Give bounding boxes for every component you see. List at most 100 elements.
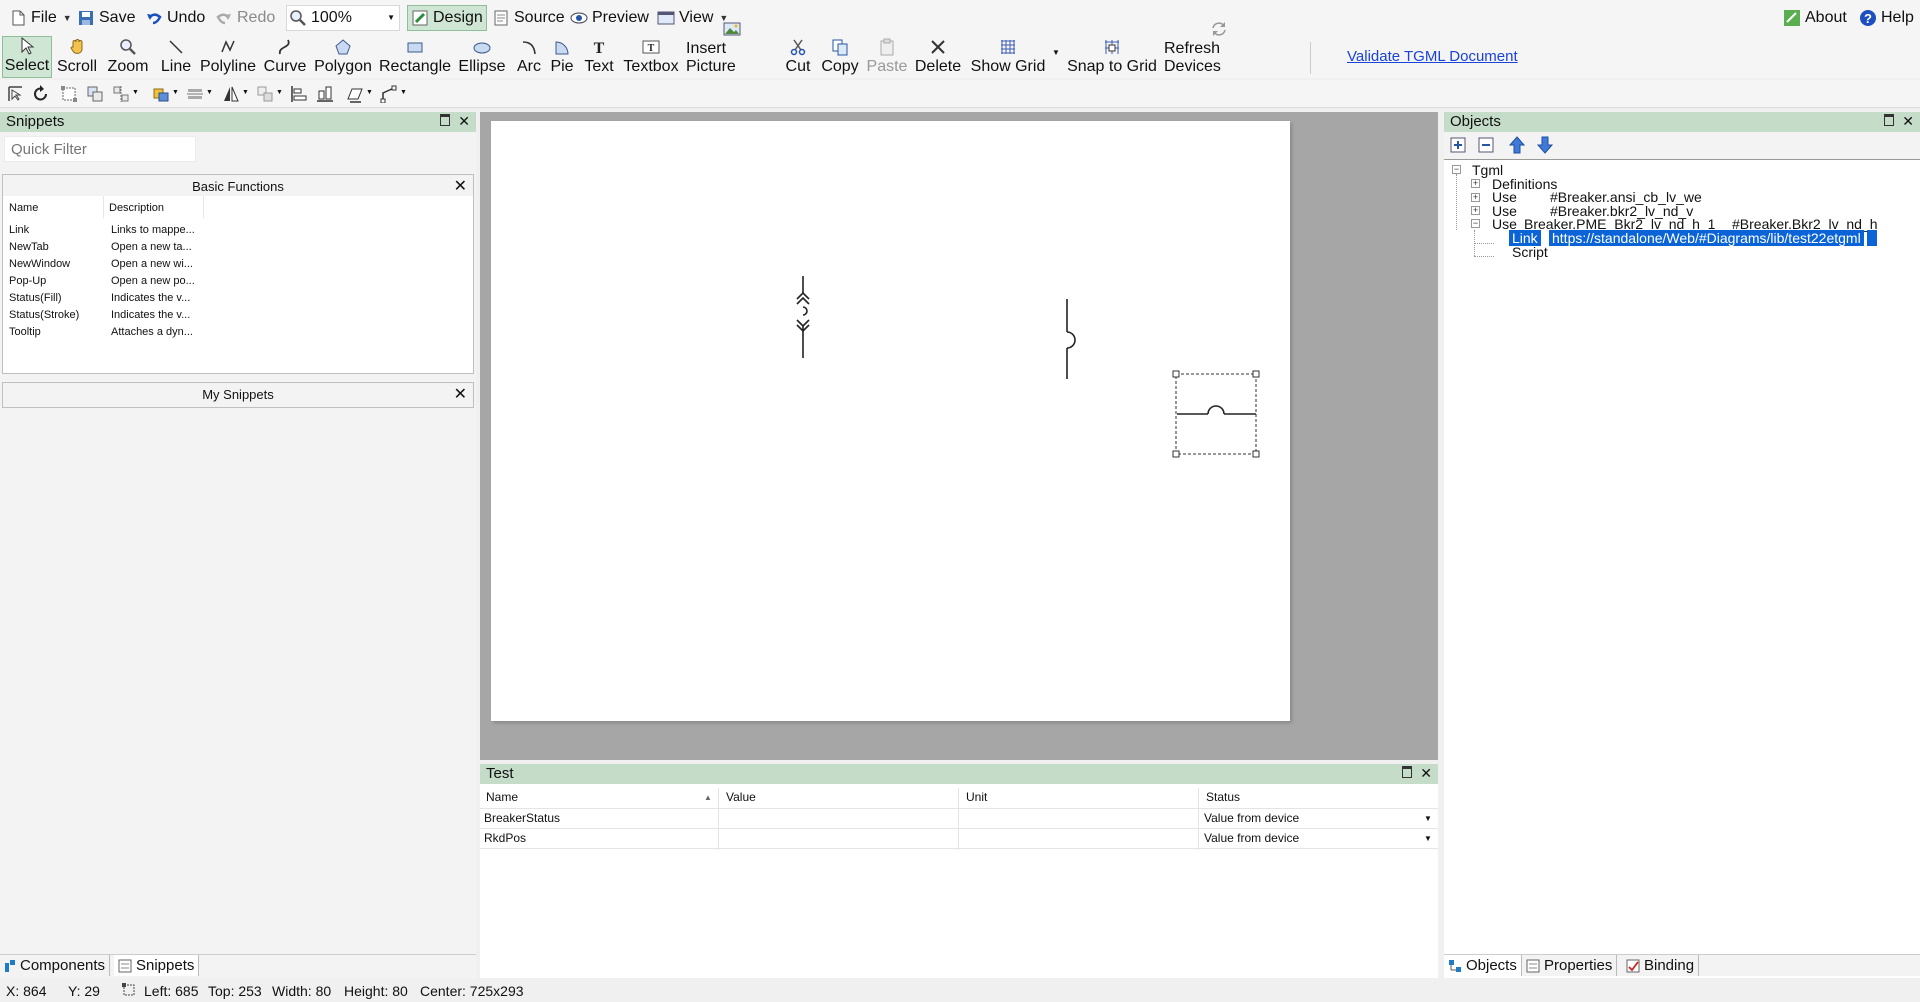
row-value[interactable] — [720, 809, 724, 827]
chevron-down-icon[interactable]: ▼ — [1424, 814, 1432, 823]
my-snippets-header[interactable]: My Snippets ✕ — [2, 382, 474, 408]
arrange-order-icon[interactable] — [152, 85, 170, 103]
close-icon[interactable]: ✕ — [454, 179, 467, 195]
source-tab[interactable]: Source — [489, 5, 568, 31]
close-icon[interactable]: ✕ — [454, 387, 467, 403]
row-status-select[interactable]: Value from device — [1200, 809, 1299, 827]
help-button[interactable]: ? Help — [1856, 5, 1917, 31]
list-item[interactable]: Status(Fill) Indicates the v... — [9, 292, 190, 308]
move-down-icon[interactable] — [1536, 136, 1554, 158]
flip-icon[interactable] — [222, 85, 240, 103]
tab-components[interactable]: Components — [0, 955, 111, 976]
text-tool[interactable]: T Text — [582, 36, 616, 78]
file-menu[interactable]: File ▼ — [6, 5, 75, 31]
tab-snippets[interactable]: Snippets — [114, 955, 200, 976]
preview-tab[interactable]: Preview — [567, 5, 652, 31]
expand-icon[interactable]: + — [1471, 193, 1480, 202]
resize-icon[interactable] — [60, 85, 78, 103]
close-icon[interactable]: ✕ — [458, 114, 470, 128]
rotate-icon[interactable] — [32, 85, 50, 103]
pin-icon[interactable] — [1884, 114, 1895, 126]
align-left-icon[interactable] — [290, 85, 308, 103]
row-status-select[interactable]: Value from device — [1200, 829, 1299, 847]
chevron-down-icon[interactable]: ▼ — [172, 89, 179, 96]
list-item[interactable]: Pop-Up Open a new po... — [9, 275, 195, 291]
zoom-tool[interactable]: Zoom — [106, 36, 150, 78]
tab-objects[interactable]: Objects — [1444, 955, 1522, 976]
breaker-symbol-vertical[interactable] — [1066, 299, 1076, 379]
view-menu[interactable]: View ▼ — [654, 5, 731, 31]
zoom-select[interactable]: 100% ▼ — [286, 5, 400, 31]
chevron-down-icon[interactable]: ▼ — [1052, 48, 1060, 57]
chevron-down-icon[interactable]: ▼ — [242, 89, 249, 96]
chevron-down-icon[interactable]: ▼ — [206, 89, 213, 96]
chevron-down-icon[interactable]: ▼ — [1424, 834, 1432, 843]
close-icon[interactable]: ✕ — [1420, 766, 1432, 780]
expand-all-icon[interactable] — [1450, 137, 1466, 157]
pie-tool[interactable]: Pie — [548, 36, 576, 78]
chevron-down-icon[interactable]: ▼ — [366, 89, 373, 96]
tab-binding[interactable]: Binding — [1622, 955, 1700, 976]
rectangle-tool[interactable]: Rectangle — [379, 36, 451, 78]
expand-icon[interactable]: + — [1471, 206, 1480, 215]
collapse-icon[interactable]: − — [1452, 165, 1461, 174]
collapse-icon[interactable]: − — [1471, 219, 1480, 228]
chevron-down-icon[interactable]: ▼ — [400, 89, 407, 96]
redo-button[interactable]: Redo — [212, 5, 278, 31]
close-icon[interactable]: ✕ — [1902, 114, 1914, 128]
breaker-symbol-horizontal[interactable] — [1172, 370, 1260, 458]
point-edit-icon[interactable] — [380, 85, 398, 104]
validate-tgml-link[interactable]: Validate TGML Document — [1347, 48, 1518, 65]
snap-to-grid-button[interactable]: Snap to Grid — [1066, 36, 1158, 78]
row-value[interactable] — [720, 829, 724, 847]
scroll-tool[interactable]: Scroll — [56, 36, 98, 78]
chevron-down-icon[interactable]: ▼ — [276, 89, 283, 96]
polyline-tool[interactable]: Polyline — [200, 36, 256, 78]
copy-button[interactable]: Copy — [818, 36, 862, 78]
resize-handle[interactable] — [1252, 370, 1260, 378]
tree-node-script[interactable]: Script — [1512, 244, 1548, 260]
resize-handle[interactable] — [1172, 450, 1180, 458]
pin-icon[interactable] — [1402, 766, 1413, 778]
list-item[interactable]: NewWindow Open a new wi... — [9, 258, 193, 274]
textbox-tool[interactable]: T Textbox — [622, 36, 680, 78]
delete-button[interactable]: Delete — [914, 36, 962, 78]
size-icon[interactable] — [256, 85, 274, 103]
cut-button[interactable]: Cut — [784, 36, 812, 78]
resize-handle[interactable] — [1172, 370, 1180, 378]
list-item[interactable]: Link Links to mappe... — [9, 224, 195, 240]
ellipse-tool[interactable]: Ellipse — [458, 36, 506, 78]
tab-properties[interactable]: Properties — [1522, 955, 1618, 976]
column-header-unit[interactable]: Unit — [962, 788, 987, 806]
quick-filter-input[interactable] — [4, 136, 196, 162]
column-header-name[interactable]: Name — [9, 202, 38, 214]
design-tab[interactable]: Design — [407, 5, 487, 31]
column-header-name[interactable]: Name — [482, 788, 518, 806]
refresh-devices-button[interactable]: Refresh Devices — [1164, 22, 1274, 78]
breaker-symbol-withdrawable[interactable] — [796, 276, 810, 358]
about-button[interactable]: About — [1780, 5, 1850, 31]
undo-button[interactable]: Undo — [142, 5, 208, 31]
list-item[interactable]: NewTab Open a new ta... — [9, 241, 192, 257]
collapse-all-icon[interactable] — [1478, 137, 1494, 157]
expand-icon[interactable]: + — [1471, 179, 1480, 188]
column-header-status[interactable]: Status — [1202, 788, 1240, 806]
line-tool[interactable]: Line — [158, 36, 194, 78]
align-icon[interactable] — [112, 85, 130, 103]
drawing-page[interactable] — [491, 121, 1290, 721]
chevron-down-icon[interactable]: ▼ — [132, 89, 139, 96]
resize-handle[interactable] — [1252, 450, 1260, 458]
distribute-icon[interactable] — [186, 85, 204, 103]
show-grid-button[interactable]: Show Grid — [970, 36, 1046, 78]
column-header-description[interactable]: Description — [109, 202, 164, 214]
curve-tool[interactable]: Curve — [264, 36, 306, 78]
group-icon[interactable] — [86, 85, 104, 103]
save-button[interactable]: Save — [74, 5, 138, 31]
move-up-icon[interactable] — [1508, 136, 1526, 158]
list-item[interactable]: Status(Stroke) Indicates the v... — [9, 309, 190, 325]
list-item[interactable]: Tooltip Attaches a dyn... — [9, 326, 193, 342]
pin-icon[interactable] — [440, 114, 451, 126]
select-tool[interactable]: Select — [2, 36, 52, 78]
column-header-value[interactable]: Value — [722, 788, 756, 806]
paste-button[interactable]: Paste — [866, 36, 908, 78]
